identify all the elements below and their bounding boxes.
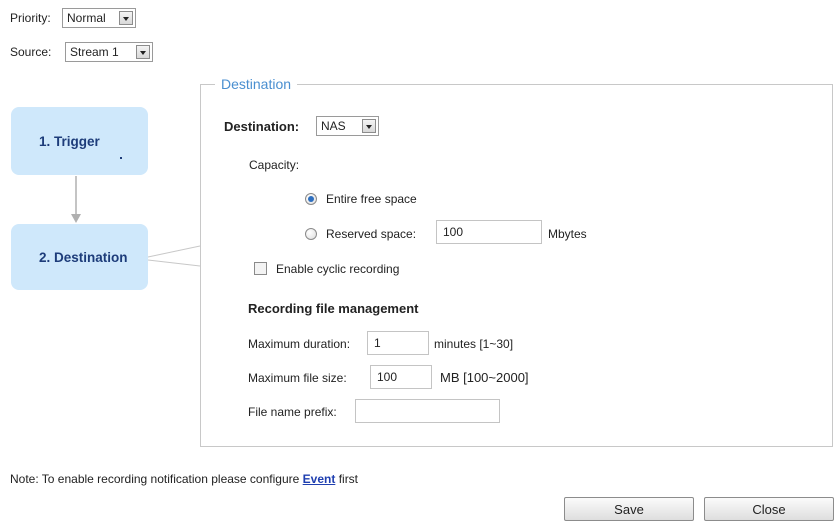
note-suffix: first [338, 472, 359, 486]
max-duration-label: Maximum duration: [248, 337, 351, 351]
step-trigger[interactable]: 1. Trigger [11, 107, 148, 175]
note-text: Note: To enable recording notification p… [10, 472, 358, 486]
rfm-heading: Recording file management [248, 301, 419, 316]
reserved-space-radio[interactable] [305, 228, 317, 240]
reserved-space-unit: Mbytes [548, 227, 587, 241]
connector-arrow-icon [71, 214, 81, 223]
cyclic-recording-checkbox[interactable] [254, 262, 267, 275]
step-destination[interactable]: 2. Destination [11, 224, 148, 290]
save-button[interactable]: Save [564, 497, 694, 521]
max-duration-input[interactable]: 1 [367, 331, 429, 355]
destination-select[interactable]: NAS [316, 116, 379, 136]
step-destination-label: 2. Destination [39, 249, 128, 265]
file-prefix-label: File name prefix: [248, 405, 337, 419]
bracket-line-lower [147, 259, 201, 267]
reserved-space-label: Reserved space: [326, 227, 417, 241]
file-prefix-input[interactable] [355, 399, 500, 423]
event-link[interactable]: Event [303, 472, 336, 486]
entire-free-space-label: Entire free space [326, 192, 417, 206]
step-dot [120, 157, 122, 159]
capacity-label: Capacity: [249, 158, 300, 172]
destination-legend: Destination [215, 76, 298, 92]
bracket-line-upper [147, 245, 201, 258]
destination-value: NAS [321, 119, 346, 133]
cyclic-recording-label: Enable cyclic recording [276, 262, 400, 276]
step-trigger-label: 1. Trigger [39, 133, 100, 149]
max-file-size-unit: MB [100~2000] [440, 370, 529, 385]
max-file-size-label: Maximum file size: [248, 371, 347, 385]
entire-free-space-radio[interactable] [305, 193, 317, 205]
reserved-space-input[interactable]: 100 [436, 220, 542, 244]
max-file-size-input[interactable]: 100 [370, 365, 432, 389]
note-prefix: Note: To enable recording notification p… [10, 472, 300, 486]
destination-label: Destination: [224, 119, 300, 134]
close-button[interactable]: Close [704, 497, 834, 521]
max-duration-unit: minutes [1~30] [434, 337, 514, 351]
chevron-down-icon[interactable] [362, 119, 376, 133]
